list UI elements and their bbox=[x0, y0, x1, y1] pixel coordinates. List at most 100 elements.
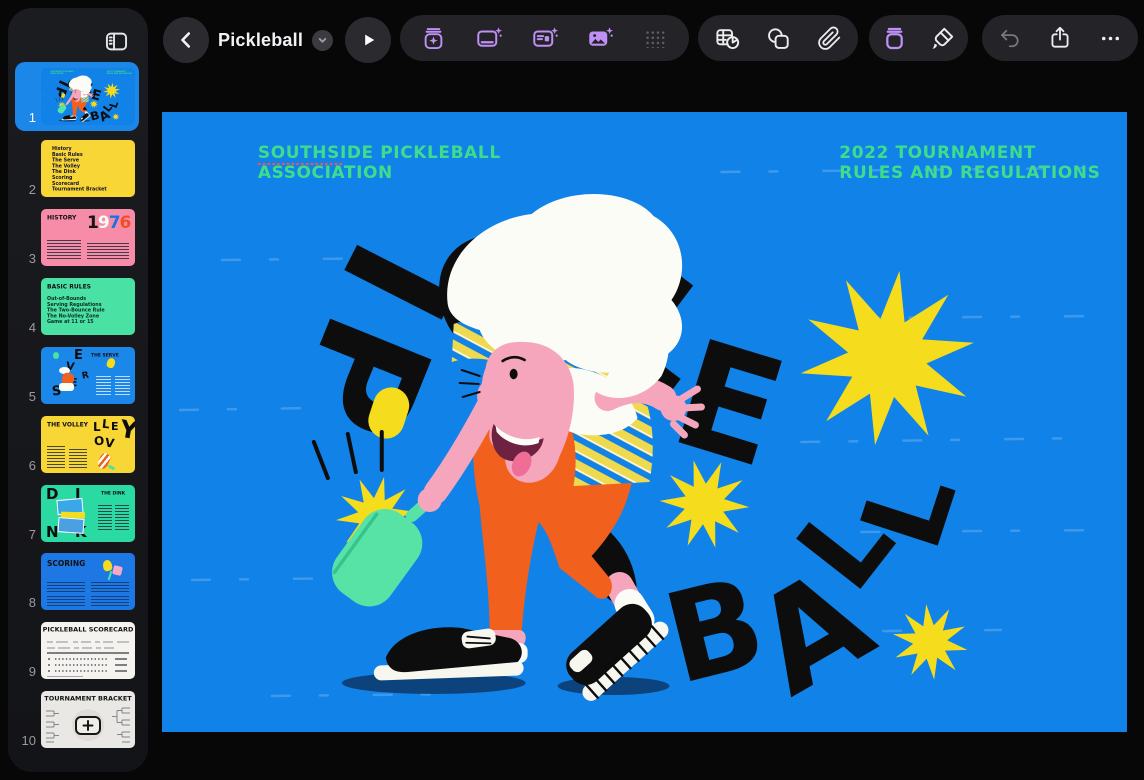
scoring-title: SCORING bbox=[47, 559, 85, 568]
volley-title: THE VOLLEY bbox=[47, 421, 88, 428]
text-slide-sparkle-icon bbox=[531, 24, 559, 52]
slide-8-preview: SCORING bbox=[41, 553, 135, 610]
tulip-shape bbox=[102, 559, 113, 571]
body-text bbox=[91, 582, 129, 593]
ai-themes-button[interactable] bbox=[412, 16, 456, 60]
slide-thumbnail-4[interactable]: 4 BASIC RULES Out-of-BoundsServing Regul… bbox=[8, 278, 148, 335]
dot-grid-icon bbox=[644, 29, 667, 48]
document-actions-group bbox=[982, 15, 1138, 61]
attach-button[interactable] bbox=[807, 16, 851, 60]
balloon-shape bbox=[53, 352, 59, 359]
body-text bbox=[115, 505, 129, 531]
play-icon bbox=[356, 28, 380, 52]
slide-number: 4 bbox=[8, 320, 36, 335]
share-button[interactable] bbox=[1038, 16, 1082, 60]
format-tools-group bbox=[869, 15, 968, 61]
document-title-group[interactable]: Pickleball bbox=[218, 17, 333, 63]
title-menu-button[interactable] bbox=[312, 30, 333, 51]
play-button[interactable] bbox=[345, 17, 391, 63]
back-button[interactable] bbox=[163, 17, 209, 63]
popsicle-stick bbox=[108, 464, 116, 470]
insert-tools-group bbox=[400, 15, 689, 61]
slide-thumbnail-7[interactable]: 7 D I N K THE DINK bbox=[8, 485, 148, 542]
chart-table-button[interactable] bbox=[705, 16, 749, 60]
paddle-shape bbox=[106, 357, 117, 369]
sidebar-toggle-icon bbox=[103, 28, 130, 55]
slide-6-preview: THE VOLLEY L L E O V Y bbox=[41, 416, 135, 473]
chevron-down-icon bbox=[315, 33, 330, 48]
slide-10-preview: TOURNAMENT BRACKET bbox=[41, 691, 135, 748]
format-jar-icon bbox=[881, 25, 908, 52]
slide-thumbnail-9[interactable]: 9 PICKLEBALL SCORECARD bbox=[8, 622, 148, 679]
add-image-button[interactable] bbox=[578, 16, 622, 60]
body-text bbox=[91, 596, 129, 606]
share-icon bbox=[1047, 25, 1073, 51]
shapes-icon bbox=[765, 25, 792, 52]
slide-thumbnail-3[interactable]: 3 HISTORY 1976 bbox=[8, 209, 148, 266]
body-text bbox=[115, 376, 130, 397]
body-text bbox=[47, 596, 85, 606]
slide-thumbnail-1[interactable]: 1 bbox=[8, 68, 148, 125]
serve-title: THE SERVE bbox=[91, 353, 119, 358]
body-text bbox=[69, 449, 87, 468]
slide-1-artwork bbox=[162, 112, 1127, 732]
slide-navigator: 1 2 HistoryBasic Rules The ServeThe Voll… bbox=[8, 8, 148, 772]
stem-shape bbox=[108, 571, 113, 580]
slide-number: 3 bbox=[8, 251, 36, 266]
slide-number: 2 bbox=[8, 182, 36, 197]
slide-2-preview: HistoryBasic Rules The ServeThe Volley T… bbox=[41, 140, 135, 197]
bracket-diagram bbox=[41, 691, 135, 748]
undo-icon bbox=[998, 26, 1023, 51]
back-chevron-icon bbox=[174, 28, 198, 52]
slide-thumbnail-10[interactable]: 10 TOURNAMENT BRACKET bbox=[8, 691, 148, 748]
image-sparkle-icon bbox=[586, 24, 614, 52]
slide-canvas[interactable] bbox=[162, 112, 1127, 732]
scorecard-title: PICKLEBALL SCORECARD bbox=[43, 626, 134, 634]
content-tools-group bbox=[698, 15, 858, 61]
slide-number: 10 bbox=[8, 733, 36, 748]
slide-thumbnail-2[interactable]: 2 HistoryBasic Rules The ServeThe Volley… bbox=[8, 140, 148, 197]
body-text bbox=[47, 240, 81, 260]
dink-title: THE DINK bbox=[101, 491, 125, 496]
slide-thumbnail-8[interactable]: 8 SCORING bbox=[8, 553, 148, 610]
slide-thumbnail-6[interactable]: 6 THE VOLLEY L L E O V Y bbox=[8, 416, 148, 473]
undo-button[interactable] bbox=[988, 16, 1032, 60]
body-text bbox=[47, 446, 65, 468]
grid-options-button[interactable] bbox=[634, 16, 678, 60]
slide-1-preview bbox=[41, 68, 135, 125]
slide-number: 8 bbox=[8, 595, 36, 610]
format-panel-button[interactable] bbox=[873, 16, 917, 60]
slide-3-preview: HISTORY 1976 bbox=[41, 209, 135, 266]
figure-skirt bbox=[59, 383, 74, 391]
new-slide-sparkle-icon bbox=[475, 24, 503, 52]
more-button[interactable] bbox=[1088, 16, 1132, 60]
rules-title: BASIC RULES bbox=[47, 283, 91, 290]
table-chart-icon bbox=[714, 25, 741, 52]
ball-shape bbox=[112, 565, 123, 576]
add-slide-button[interactable] bbox=[467, 16, 511, 60]
rules-list: Out-of-BoundsServing Regulations The Two… bbox=[47, 296, 135, 325]
slide-number: 9 bbox=[8, 664, 36, 679]
slide-number: 7 bbox=[8, 527, 36, 542]
body-text bbox=[96, 376, 111, 397]
slide-number: 6 bbox=[8, 458, 36, 473]
photo-card bbox=[58, 517, 85, 534]
add-text-slide-button[interactable] bbox=[523, 16, 567, 60]
body-text bbox=[47, 582, 85, 593]
slide-7-preview: D I N K THE DINK bbox=[41, 485, 135, 542]
slide-5-preview: THE SERVE E V R E S bbox=[41, 347, 135, 404]
themes-jar-sparkle-icon bbox=[420, 25, 447, 52]
body-text bbox=[98, 505, 112, 531]
body-text bbox=[87, 243, 129, 260]
slide-number: 5 bbox=[8, 389, 36, 404]
year-1976: 1976 bbox=[87, 213, 130, 233]
shapes-button[interactable] bbox=[756, 16, 800, 60]
sidebar-toggle-button[interactable] bbox=[98, 24, 134, 58]
slide-9-preview: PICKLEBALL SCORECARD bbox=[41, 622, 135, 679]
scorecard-table bbox=[41, 635, 135, 679]
slide-number: 1 bbox=[8, 110, 36, 125]
slide-thumbnail-5[interactable]: 5 THE SERVE E V R E S bbox=[8, 347, 148, 404]
format-brush-button[interactable] bbox=[920, 16, 964, 60]
paint-brush-icon bbox=[929, 25, 956, 52]
toc-list: HistoryBasic Rules The ServeThe Volley T… bbox=[52, 146, 135, 192]
